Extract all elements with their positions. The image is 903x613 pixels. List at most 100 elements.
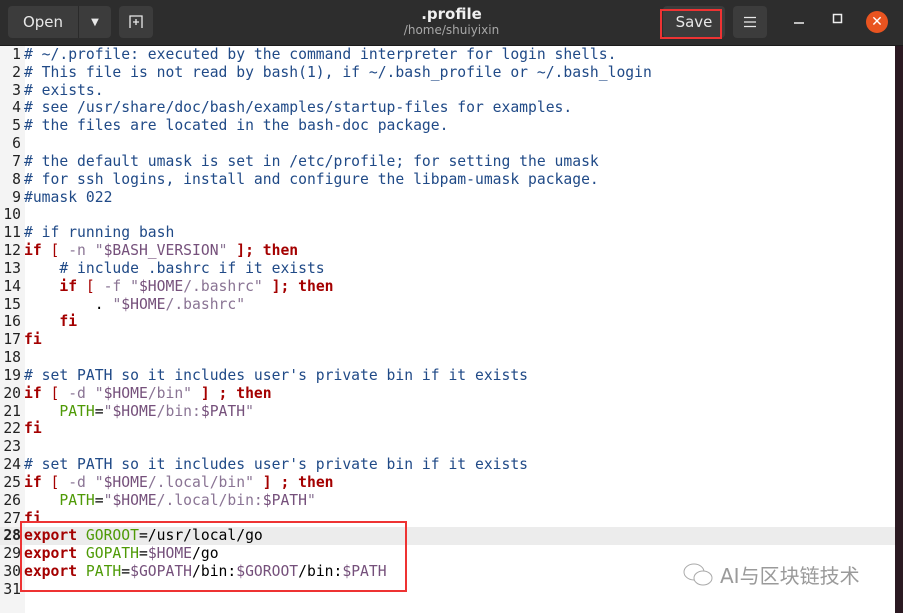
code-line[interactable]: 25 if [ -d "$HOME/.local/bin" ] ; then [0, 474, 895, 492]
minimize-button[interactable] [793, 13, 805, 29]
code-line[interactable]: 20 if [ -d "$HOME/bin" ] ; then [0, 385, 895, 403]
watermark-text: AI与区块链技术 [720, 564, 860, 588]
code-token: PATH [59, 402, 95, 420]
code-line[interactable]: 12 if [ -n "$BASH_VERSION" ]; then [0, 242, 895, 260]
line-number: 1 [12, 46, 21, 63]
line-number: 6 [12, 135, 21, 153]
maximize-button[interactable] [832, 13, 844, 29]
code-line[interactable]: 17 fi [0, 331, 895, 349]
code-token: then [289, 277, 334, 295]
close-button[interactable]: ✕ [866, 11, 888, 33]
code-line[interactable]: 1 # ~/.profile: executed by the command i… [0, 46, 895, 64]
code-line[interactable]: 9 #umask 022 [0, 189, 895, 207]
watermark: AI与区块链技术 [682, 560, 860, 589]
code-token: /.local/bin: [156, 491, 263, 509]
code-line[interactable]: 13 # include .bashrc if it exists [0, 260, 895, 278]
line-number: 20 [3, 384, 21, 402]
line-number: 22 [3, 420, 21, 438]
code-token: /.bashrc" [183, 277, 263, 295]
code-token: if [24, 242, 42, 260]
code-token: # for ssh logins, install and configure … [24, 170, 599, 188]
code-line[interactable]: 7 # the default umask is set in /etc/prof… [0, 153, 895, 171]
line-content: # the default umask is set in /etc/profi… [24, 153, 599, 170]
line-number: 13 [3, 259, 21, 277]
line-number: 7 [12, 152, 21, 170]
code-line[interactable]: 24 # set PATH so it includes user's priva… [0, 456, 895, 474]
code-token: = [94, 491, 104, 509]
code-line[interactable]: 2 # This file is not read by bash(1), if … [0, 64, 895, 82]
line-content: # set PATH so it includes user's private… [24, 456, 528, 473]
line-number: 5 [12, 117, 21, 135]
line-number: 21 [3, 402, 21, 420]
code-token: -n [59, 242, 95, 260]
code-token: # the default umask is set in /etc/profi… [24, 152, 599, 170]
code-line[interactable]: 16 fi [0, 313, 895, 331]
code-line[interactable]: 23 [0, 438, 895, 456]
code-token: ]; [227, 242, 254, 260]
code-line[interactable]: 19 # set PATH so it includes user's priva… [0, 367, 895, 385]
line-number: 26 [3, 491, 21, 509]
line-content: PATH="$HOME/bin:$PATH" [24, 403, 254, 420]
code-line[interactable]: 4 # see /usr/share/doc/bash/examples/star… [0, 99, 895, 117]
line-content: #umask 022 [24, 189, 112, 206]
line-number: 12 [3, 242, 21, 260]
code-token: ] ; [192, 384, 228, 402]
line-content: # set PATH so it includes user's private… [24, 367, 528, 384]
line-content: if [ -n "$BASH_VERSION" ]; then [24, 242, 298, 259]
menu-button[interactable] [733, 6, 767, 38]
code-token: fi [24, 331, 42, 349]
line-number: 2 [12, 63, 21, 81]
line-number: 3 [12, 81, 21, 99]
code-line[interactable]: 21 PATH="$HOME/bin:$PATH" [0, 403, 895, 421]
line-content: . "$HOME/.bashrc" [24, 296, 245, 313]
code-token: # the files are located in the bash-doc … [24, 117, 449, 135]
line-content: # This file is not read by bash(1), if ~… [24, 64, 652, 81]
line-number: 9 [12, 188, 21, 206]
code-line[interactable]: 8 # for ssh logins, install and configure… [0, 171, 895, 189]
code-token: if [24, 473, 42, 491]
line-number: 24 [3, 456, 21, 474]
close-icon: ✕ [871, 14, 883, 30]
code-line[interactable]: 10 [0, 206, 895, 224]
wechat-icon [683, 563, 713, 585]
code-token: # if running bash [24, 224, 175, 242]
code-line[interactable]: 26 PATH="$HOME/.local/bin:$PATH" [0, 492, 895, 510]
code-token: then [253, 242, 299, 260]
code-token: # set PATH so it includes user's private… [24, 456, 529, 474]
code-token: -d [59, 384, 95, 402]
line-content: fi [24, 420, 42, 437]
code-token: . [24, 295, 113, 313]
line-content: # include .bashrc if it exists [24, 260, 324, 277]
line-number: 8 [12, 170, 21, 188]
code-token: " [307, 491, 316, 509]
code-line[interactable]: 3 # exists. [0, 82, 895, 100]
code-token: -d [59, 473, 95, 491]
code-line[interactable]: 15 . "$HOME/.bashrc" [0, 296, 895, 314]
code-line[interactable]: 11 # if running bash [0, 224, 895, 242]
code-token: fi [24, 420, 42, 438]
maximize-icon [832, 13, 843, 24]
code-token: $BASH_VERSION [103, 242, 219, 260]
code-token: = [94, 402, 104, 420]
line-number: 23 [3, 438, 21, 456]
code-line[interactable]: 14 if [ -f "$HOME/.bashrc" ]; then [0, 278, 895, 296]
line-number: 4 [12, 99, 21, 117]
code-token: #umask 022 [24, 188, 113, 206]
code-line[interactable]: 5 # the files are located in the bash-doc… [0, 117, 895, 135]
window-edge [895, 46, 903, 613]
code-token: $HOME [138, 277, 184, 295]
line-content: # for ssh logins, install and configure … [24, 171, 599, 188]
code-token: $HOME [112, 491, 157, 509]
line-number: 15 [3, 295, 21, 313]
line-number: 18 [3, 349, 21, 367]
code-token: " [130, 277, 139, 295]
code-token: ]; [262, 277, 290, 295]
code-line[interactable]: 22 fi [0, 420, 895, 438]
code-line[interactable]: 6 [0, 135, 895, 153]
code-line[interactable]: 18 [0, 349, 895, 367]
code-token: " [112, 295, 122, 313]
